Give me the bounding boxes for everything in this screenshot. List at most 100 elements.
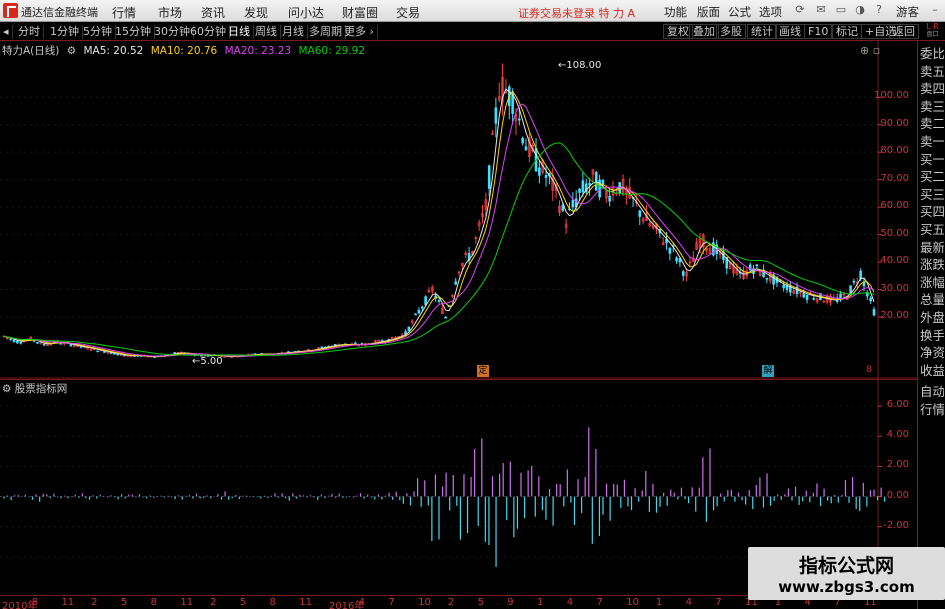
refresh-icon[interactable]: ⟳ — [793, 3, 807, 18]
mail-icon[interactable]: ✉ — [814, 3, 828, 18]
price-chart-panel: 特力A(日线) ⚙ MA5: 20.52 MA10: 20.76 MA20: 2… — [0, 41, 917, 379]
menu-wenxiaoda[interactable]: 问小达 — [288, 4, 324, 21]
candle-body — [571, 199, 575, 208]
menu-faxian[interactable]: 发现 — [244, 4, 268, 21]
side-panel-item[interactable]: 买四 — [920, 203, 944, 220]
side-panel-item[interactable]: 涨幅 — [920, 274, 944, 291]
candle-body — [668, 247, 672, 254]
side-panel-item[interactable]: 卖四 — [920, 80, 944, 97]
indicator-gear-icon[interactable]: ⚙ — [2, 383, 15, 395]
date-tick-label: 1 — [537, 597, 544, 608]
candle-body — [638, 210, 642, 217]
indicator-tick-label: 2.00 — [886, 459, 909, 471]
period-more[interactable]: 更多 › — [341, 25, 378, 39]
high-label: ←108.00 — [558, 60, 602, 71]
side-panel-item[interactable]: 买一 — [920, 151, 944, 168]
candle-body — [16, 340, 19, 344]
tool-diejia[interactable]: 叠加 — [689, 24, 719, 39]
side-panel-item[interactable]: 买二 — [920, 168, 944, 185]
price-tick-label: 50.00 — [880, 227, 909, 239]
tool-huaxian[interactable]: 画线 — [775, 24, 805, 39]
marker-8[interactable]: 8 — [866, 365, 876, 377]
candle-body — [417, 309, 421, 314]
app-logo-icon — [3, 3, 18, 18]
side-panel-item[interactable]: 买五 — [920, 221, 944, 238]
side-panel-item[interactable]: 买三 — [920, 186, 944, 203]
candle-body — [116, 353, 120, 356]
tool-tongji[interactable]: 统计 — [747, 24, 777, 39]
candle-body — [420, 306, 424, 309]
side-panel-item[interactable]: 收益 — [920, 362, 944, 379]
menu-banmian[interactable]: 版面 — [697, 4, 720, 20]
period-weekly[interactable]: 周线 — [252, 25, 281, 39]
candle-body — [320, 346, 324, 349]
legend-gear-icon[interactable]: ⚙ — [67, 45, 76, 57]
side-panel-item[interactable]: 卖五 — [920, 63, 944, 80]
side-panel-item[interactable]: 换手 — [920, 327, 944, 344]
menu-shichang[interactable]: 市场 — [158, 4, 182, 21]
legend-ma20: MA20: 23.23 — [224, 45, 292, 57]
tool-back[interactable]: 返回 — [889, 24, 919, 39]
menu-zixun[interactable]: 资讯 — [201, 4, 225, 21]
date-tick-label: 8 — [150, 597, 157, 608]
guest-user[interactable]: 游客 — [896, 4, 919, 20]
side-panel-item[interactable]: 外盘 — [920, 309, 944, 326]
legend-ma5: MA5: 20.52 — [83, 45, 144, 57]
date-tick-label: 5 — [477, 597, 484, 608]
candle-body — [755, 264, 759, 267]
period-multi[interactable]: 多周期 — [306, 25, 346, 39]
period-5min[interactable]: 5分钟 — [80, 25, 116, 39]
marker-ding[interactable]: 定 — [477, 365, 489, 377]
candle-body — [9, 338, 12, 340]
menu-gongshi[interactable]: 公式 — [728, 4, 751, 20]
zoom-icon[interactable]: ⊕ ▫ — [860, 44, 880, 57]
date-tick-label: 7 — [596, 597, 603, 608]
side-panel-item[interactable]: 自动 — [920, 383, 944, 400]
tool-f10[interactable]: F10 — [804, 24, 833, 39]
menu-xuanxiang[interactable]: 选项 — [759, 4, 782, 20]
price-tick-label: 20.00 — [880, 310, 909, 322]
screen-icon[interactable]: ▭ — [834, 3, 848, 18]
minimize-icon[interactable]: – — [928, 3, 942, 18]
date-tick-label: 4 — [358, 597, 366, 608]
candle-body — [407, 326, 411, 331]
tool-biaoji[interactable]: 标记 — [832, 24, 862, 39]
side-panel-item[interactable]: 行情 — [920, 401, 944, 418]
menu-jiaoyi[interactable]: 交易 — [396, 4, 420, 21]
period-60min[interactable]: 60分钟 — [187, 25, 230, 39]
side-panel-item[interactable]: 涨跌 — [920, 256, 944, 273]
candle-body — [521, 137, 524, 144]
period-1min[interactable]: 1分钟 — [47, 25, 83, 39]
side-panel-item[interactable]: 卖三 — [920, 98, 944, 115]
period-monthly[interactable]: 月线 — [279, 25, 308, 39]
side-panel-item[interactable]: 最新 — [920, 239, 944, 256]
price-bg — [0, 41, 917, 379]
skin-icon[interactable]: ◑ — [853, 3, 867, 18]
period-fenshi[interactable]: 分时 — [15, 25, 44, 39]
period-15min[interactable]: 15分钟 — [112, 25, 155, 39]
side-panel-item[interactable]: 总量 — [920, 291, 944, 308]
candle-body — [59, 342, 63, 345]
candle-body — [424, 296, 427, 306]
menu-gongneng[interactable]: 功能 — [664, 4, 687, 20]
price-tick-label: 80.00 — [880, 145, 909, 157]
period-daily[interactable]: 日线 — [225, 25, 254, 39]
menu-hangqing[interactable]: 行情 — [112, 4, 136, 21]
tool-duogu[interactable]: 多股 — [716, 24, 746, 39]
date-tick-label: 7 — [388, 597, 395, 608]
candle-body — [782, 285, 785, 289]
side-panel-item[interactable]: 卖二 — [920, 115, 944, 132]
menu-caifuquan[interactable]: 财富圈 — [342, 4, 378, 21]
price-chart[interactable] — [0, 41, 917, 379]
scroll-left-icon[interactable]: ◂ — [0, 25, 13, 39]
side-panel-item[interactable]: 卖一 — [920, 133, 944, 150]
date-tick-label: 11 — [299, 597, 312, 608]
date-tick-label: 10 — [626, 597, 639, 608]
login-notice[interactable]: 证券交易未登录 特 力 A — [518, 5, 635, 21]
help-icon[interactable]: ? — [872, 3, 886, 18]
date-tick-label: 5 — [239, 597, 247, 608]
marker-jie[interactable]: 解 — [762, 365, 774, 377]
side-panel-item[interactable]: 委比 — [920, 45, 944, 62]
side-panel-item[interactable]: 净资 — [920, 344, 944, 361]
panel-toggle[interactable]: L R 盘口 — [922, 23, 943, 40]
